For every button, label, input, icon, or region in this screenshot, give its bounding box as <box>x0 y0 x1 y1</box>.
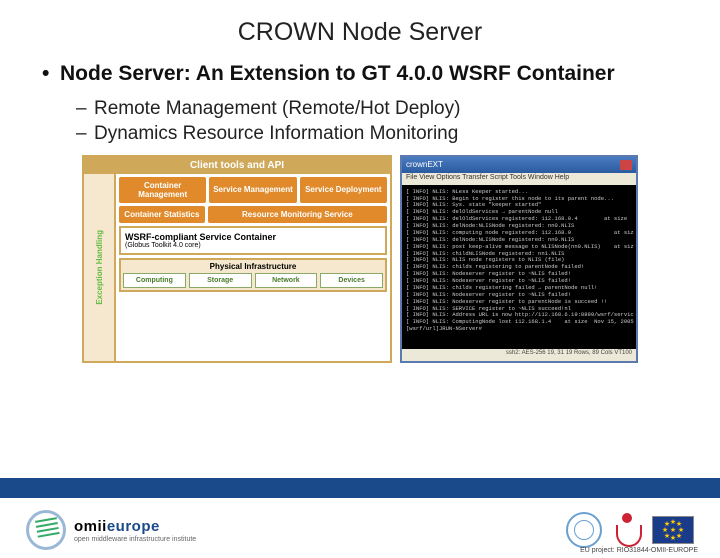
sub-bullet: Remote Management (Remote/Hot Deploy) <box>76 97 678 122</box>
terminal-window: crownEXT File View Options Transfer Scri… <box>400 155 638 363</box>
close-icon[interactable] <box>620 160 632 170</box>
wsrf-container-box: WSRF-compliant Service Container (Globus… <box>119 226 387 255</box>
architecture-diagram: Client tools and API Exception Handling … <box>82 155 392 363</box>
phys-item: Storage <box>189 273 252 288</box>
arch-box: Service Deployment <box>300 177 387 203</box>
terminal-statusbar: ssh2: AES-256 19, 31 19 Rows, 89 Cols VT… <box>402 349 636 361</box>
terminal-output: [ INFO] NLIS: NLess Keeper started... [ … <box>404 187 634 347</box>
arch-side-label: Exception Handling <box>84 174 116 361</box>
arch-box: Service Management <box>209 177 296 203</box>
sub-bullet: Dynamics Resource Information Monitoring <box>76 122 678 147</box>
terminal-menubar[interactable]: File View Options Transfer Script Tools … <box>402 173 636 185</box>
slide-title: CROWN Node Server <box>0 18 720 47</box>
university-seal-icon <box>566 512 602 548</box>
omii-logo-block: omiieurope open middleware infrastructur… <box>26 510 196 550</box>
content-area: Node Server: An Extension to GT 4.0.0 WS… <box>0 47 720 363</box>
terminal-titlebar: crownEXT <box>402 157 636 173</box>
arch-box: Container Statistics <box>119 206 205 223</box>
phys-item: Devices <box>320 273 383 288</box>
arch-box: Container Management <box>119 177 206 203</box>
physical-infra-box: Physical Infrastructure Computing Storag… <box>119 258 387 292</box>
partner-logo-icon <box>616 513 638 547</box>
arch-box: Resource Monitoring Service <box>208 206 387 223</box>
project-reference: EU project: RIO31844-OMII-EUROPE <box>580 547 698 554</box>
phys-item: Network <box>255 273 318 288</box>
arch-header: Client tools and API <box>84 157 390 174</box>
main-bullet: Node Server: An Extension to GT 4.0.0 WS… <box>42 61 678 87</box>
footer-band <box>0 478 720 498</box>
phys-item: Computing <box>123 273 186 288</box>
omii-globe-icon <box>26 510 66 550</box>
